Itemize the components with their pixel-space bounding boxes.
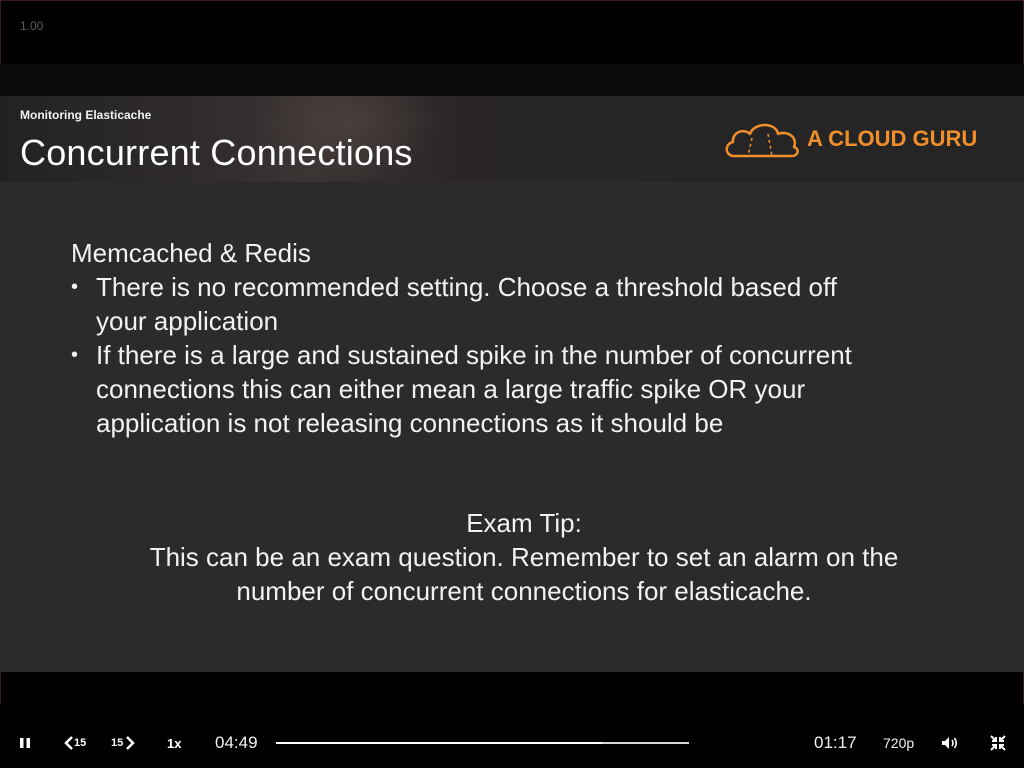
playback-rate-readout: 1.00 [20,19,44,33]
exam-tip: Exam Tip: This can be an exam question. … [0,506,1024,608]
progress-track[interactable] [276,742,689,744]
speed-button[interactable]: 1x [167,736,181,760]
logo-text: A CLOUD GURU [807,126,978,151]
quality-button[interactable]: 720p [883,735,914,751]
bullet-item: • If there is a large and sustained spik… [71,338,971,440]
forward-label: 15 [111,737,124,749]
bullet-line: There is no recommended setting. Choose … [96,272,837,302]
bullet-line: your application [96,306,279,336]
brand-logo: A CLOUD GURU [722,116,1002,164]
exit-fullscreen-icon [990,735,1006,751]
letterbox-top [0,64,1024,96]
rewind-button[interactable]: 15 [64,735,92,759]
body-heading: Memcached & Redis [71,238,311,268]
video-slide[interactable]: Monitoring Elasticache Concurrent Connec… [0,96,1024,672]
pause-icon [20,738,30,748]
remaining-time: 01:17 [814,733,857,752]
exam-tip-line: This can be an exam question. Remember t… [149,542,899,572]
forward-button[interactable]: 15 [111,735,139,759]
bullet-line: application is not releasing connections… [96,408,724,438]
progress-fill [276,742,603,744]
exam-tip-title: Exam Tip: [466,508,582,538]
fullscreen-button[interactable] [990,735,1006,759]
volume-button[interactable] [941,736,959,760]
bullet-line: connections this can either mean a large… [96,374,806,404]
bullet-item: • There is no recommended setting. Choos… [71,270,971,338]
slide-body: Memcached & Redis • There is no recommen… [71,236,971,440]
rewind-label: 15 [74,737,87,749]
slide-title: Concurrent Connections [20,132,413,173]
section-label: Monitoring Elasticache [20,108,152,122]
rewind-15-icon [64,736,73,750]
player-controls: 15 15 1x 04:49 01:17 720p [0,704,1024,768]
cloud-logo-icon [725,123,799,158]
bullet-line: If there is a large and sustained spike … [96,340,852,370]
forward-15-icon [126,736,135,750]
elapsed-time: 04:49 [215,733,258,752]
play-pause-button[interactable] [18,736,32,760]
bullet-dot-icon: • [71,344,79,366]
volume-icon [942,737,958,749]
bullet-dot-icon: • [71,276,79,298]
exam-tip-line: number of concurrent connections for ela… [236,576,812,606]
